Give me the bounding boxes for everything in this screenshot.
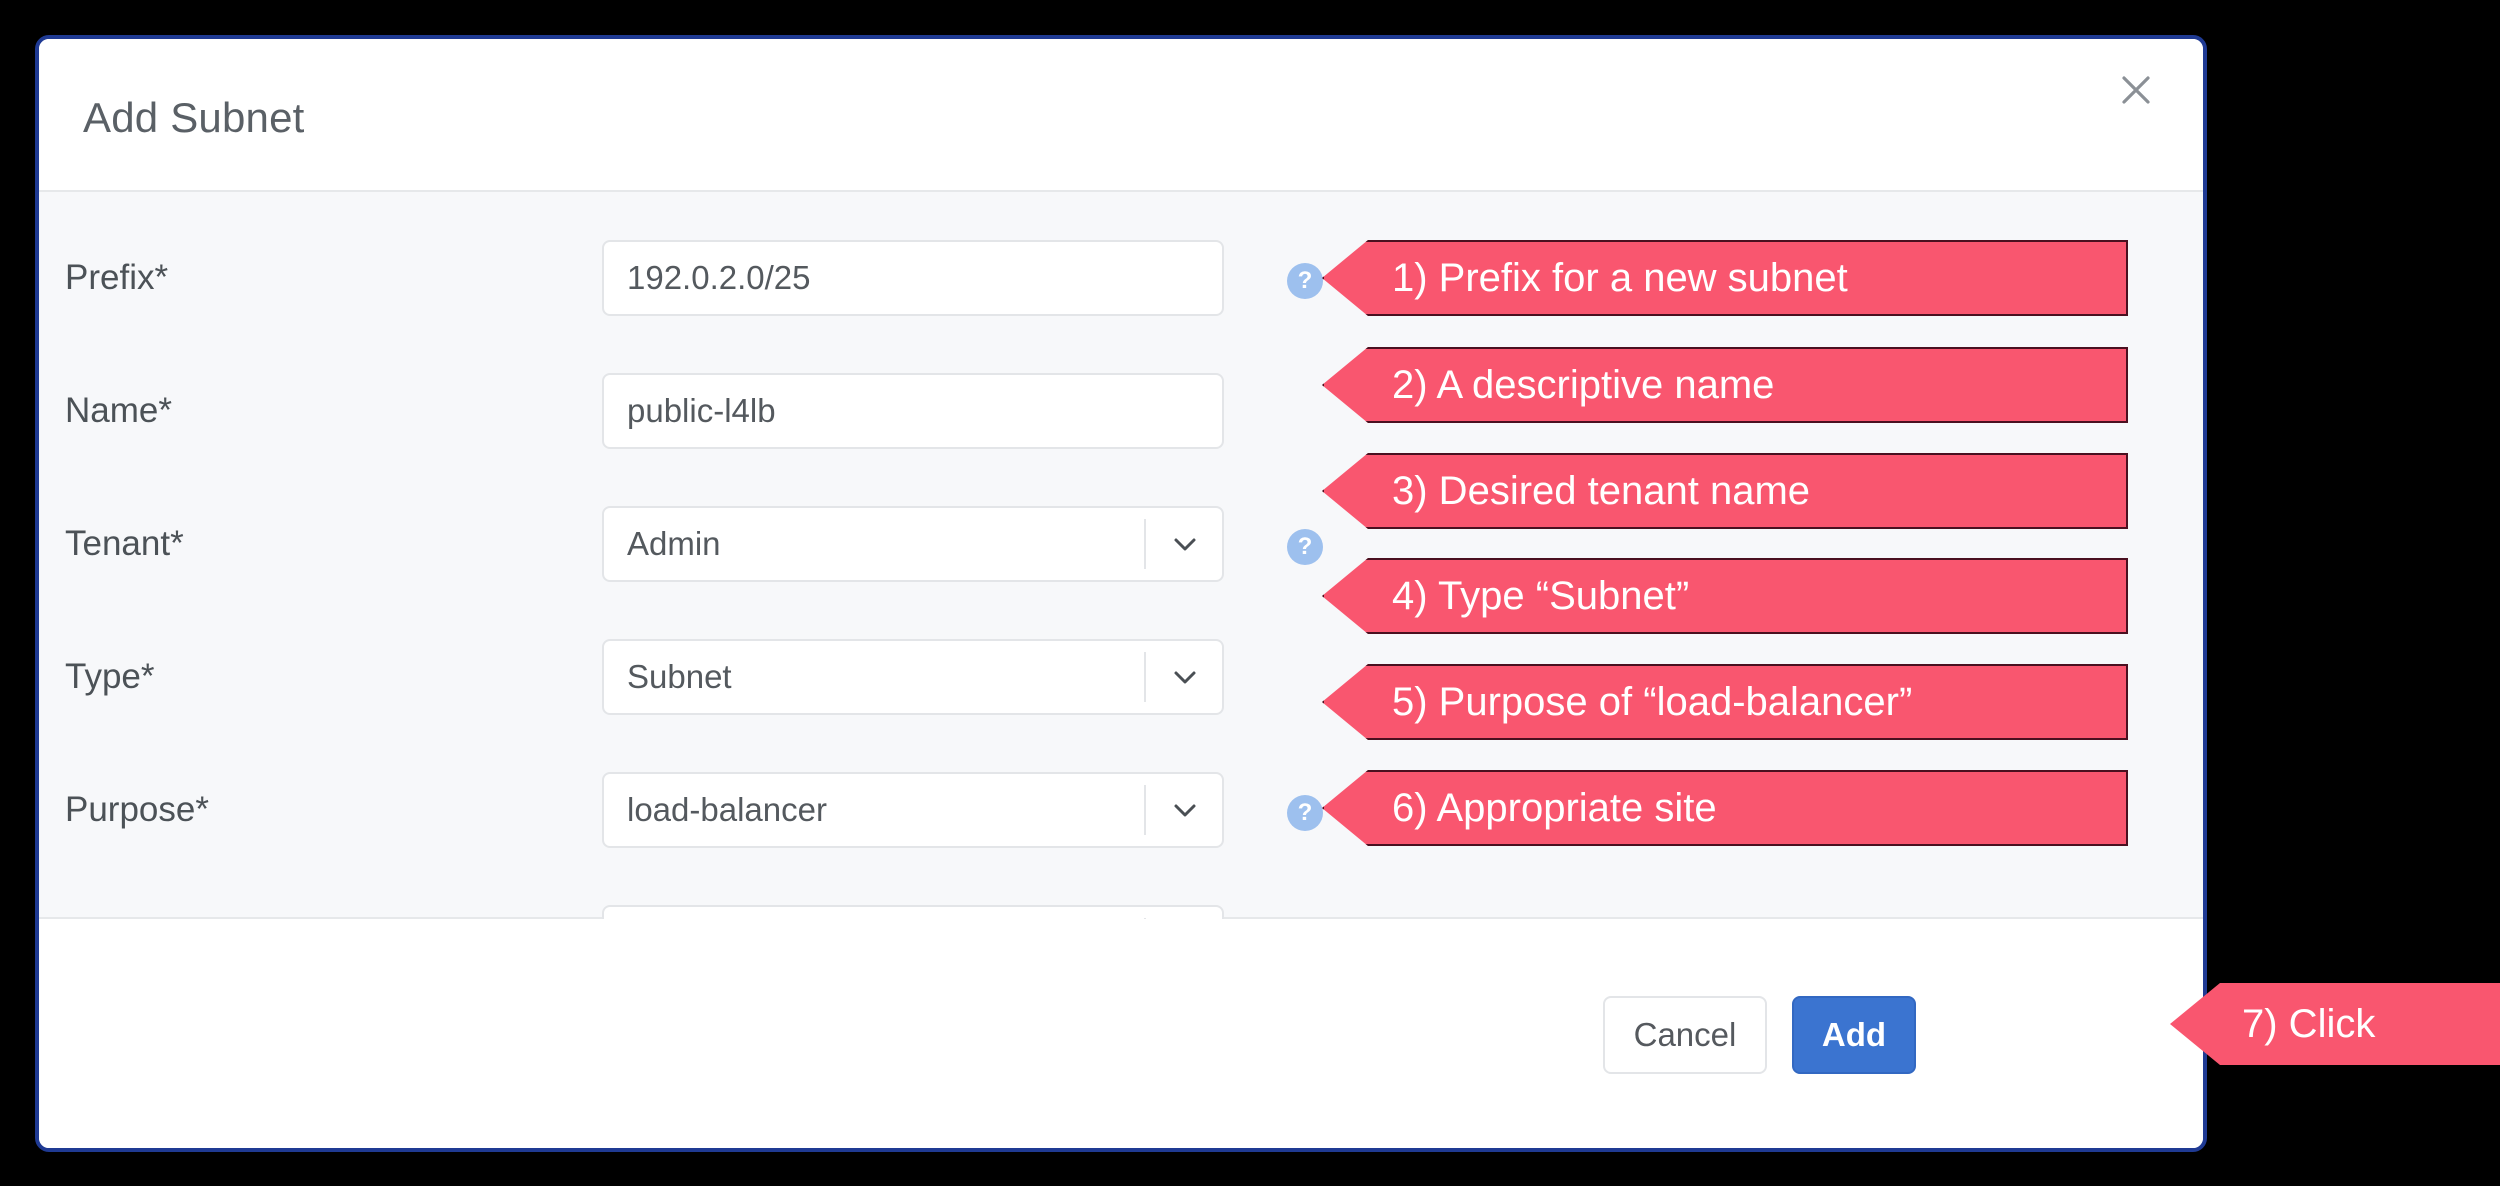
- field-label-name: Name*: [65, 391, 172, 430]
- field-label-purpose: Purpose*: [65, 790, 209, 829]
- callout-text: 1) Prefix for a new subnet: [1392, 256, 1848, 300]
- callout-2: 2) A descriptive name: [1322, 347, 2128, 423]
- callout-text: 6) Appropriate site: [1392, 786, 1717, 830]
- callout-text: 7) Click: [2242, 1002, 2376, 1046]
- field-label-prefix: Prefix*: [65, 258, 169, 297]
- callout-7: 7) Click: [2170, 983, 2500, 1065]
- help-icon-tenant[interactable]: ?: [1287, 529, 1323, 565]
- help-icon-purpose[interactable]: ?: [1287, 795, 1323, 831]
- prefix-input[interactable]: 192.0.2.0/25: [602, 240, 1224, 316]
- type-select[interactable]: Subnet: [602, 639, 1224, 715]
- chevron-down-icon[interactable]: [1148, 508, 1222, 580]
- callout-3: 3) Desired tenant name: [1322, 453, 2128, 529]
- dialog-footer: Cancel Add: [39, 919, 2203, 1148]
- select-divider: [1144, 519, 1146, 569]
- callout-text: 5) Purpose of “load-balancer”: [1392, 680, 1913, 724]
- dialog-header: Add Subnet: [39, 39, 2203, 192]
- chevron-down-icon[interactable]: [1148, 641, 1222, 713]
- name-input-value: public-l4lb: [627, 392, 776, 429]
- field-label-tenant: Tenant*: [65, 524, 184, 563]
- callout-6: 6) Appropriate site: [1322, 770, 2128, 846]
- field-label-type: Type*: [65, 657, 155, 696]
- callout-text: 3) Desired tenant name: [1392, 469, 1811, 513]
- tenant-select-value: Admin: [627, 525, 721, 562]
- callout-1: 1) Prefix for a new subnet: [1322, 240, 2128, 316]
- close-icon[interactable]: [2105, 59, 2167, 121]
- purpose-select-value: load-balancer: [627, 791, 827, 828]
- cancel-button[interactable]: Cancel: [1603, 996, 1767, 1074]
- prefix-input-value: 192.0.2.0/25: [627, 259, 811, 296]
- add-button[interactable]: Add: [1792, 996, 1916, 1074]
- callout-text: 4) Type “Subnet”: [1392, 574, 1690, 618]
- callout-4: 4) Type “Subnet”: [1322, 558, 2128, 634]
- tenant-select[interactable]: Admin: [602, 506, 1224, 582]
- callout-text: 2) A descriptive name: [1392, 363, 1775, 407]
- page-title: Add Subnet: [83, 94, 305, 141]
- chevron-down-icon[interactable]: [1148, 774, 1222, 846]
- help-icon-prefix[interactable]: ?: [1287, 263, 1323, 299]
- select-divider: [1144, 652, 1146, 702]
- purpose-select[interactable]: load-balancer: [602, 772, 1224, 848]
- callout-5: 5) Purpose of “load-balancer”: [1322, 664, 2128, 740]
- select-divider: [1144, 785, 1146, 835]
- type-select-value: Subnet: [627, 658, 732, 695]
- name-input[interactable]: public-l4lb: [602, 373, 1224, 449]
